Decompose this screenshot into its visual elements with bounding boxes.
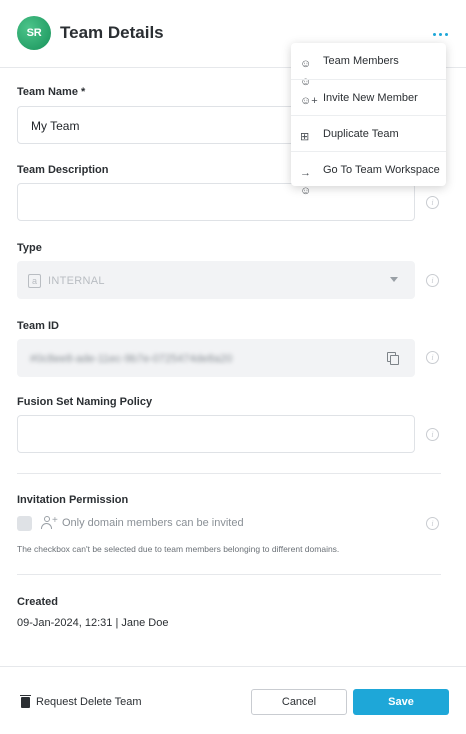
divider xyxy=(17,574,441,575)
menu-item-label: Invite New Member xyxy=(323,91,418,104)
menu-item-label: Team Members xyxy=(323,55,399,67)
more-options-icon[interactable] xyxy=(429,24,451,44)
team-description-input[interactable] xyxy=(17,183,415,221)
team-name-label: Team Name * xyxy=(17,86,86,98)
type-select[interactable]: a INTERNAL xyxy=(17,261,415,299)
fusion-policy-input[interactable] xyxy=(17,415,415,453)
invitation-note: The checkbox can't be selected due to te… xyxy=(17,544,340,554)
menu-item-go-to-team-workspace[interactable]: →☺ Go To Team Workspace xyxy=(291,151,446,197)
team-id-value: #0c8ee8-ade-11ec-9b7e-0725474de8a20 xyxy=(30,353,233,365)
type-label: Type xyxy=(17,242,42,254)
domain-members-checkbox-label: Only domain members can be invited xyxy=(62,517,244,529)
page-title: Team Details xyxy=(60,23,164,42)
save-button[interactable]: Save xyxy=(353,689,449,715)
divider xyxy=(17,473,441,474)
type-info-icon[interactable]: i xyxy=(426,274,439,287)
menu-item-label: Go To Team Workspace xyxy=(323,163,440,176)
team-description-info-icon[interactable]: i xyxy=(426,196,439,209)
team-id-info-icon[interactable]: i xyxy=(426,351,439,364)
invitation-info-icon[interactable]: i xyxy=(426,517,439,530)
team-description-label: Team Description xyxy=(17,164,109,176)
team-id-field: #0c8ee8-ade-11ec-9b7e-0725474de8a20 xyxy=(17,339,415,377)
team-name-value: My Team xyxy=(31,119,80,133)
duplicate-icon: ⊞ xyxy=(300,131,310,143)
created-value: 09-Jan-2024, 12:31 | Jane Doe xyxy=(17,617,169,629)
panel-footer: Request Delete Team Cancel Save xyxy=(0,666,466,734)
menu-item-label: Duplicate Team xyxy=(323,127,399,140)
trash-icon xyxy=(20,694,31,708)
menu-item-team-members[interactable]: ☺☺ Team Members xyxy=(291,43,446,88)
cancel-button[interactable]: Cancel xyxy=(251,689,347,715)
request-delete-team-label: Request Delete Team xyxy=(36,696,142,708)
menu-item-duplicate-team[interactable]: ⊞ Duplicate Team xyxy=(291,115,446,151)
go-to-workspace-icon: →☺ xyxy=(300,167,312,197)
caret-down-icon xyxy=(390,277,398,282)
invite-member-icon: ☺+ xyxy=(300,95,318,107)
fusion-policy-label: Fusion Set Naming Policy xyxy=(17,396,153,408)
team-logo: SR xyxy=(17,16,51,50)
fusion-policy-info-icon[interactable]: i xyxy=(426,428,439,441)
person-plus-icon: + xyxy=(41,516,58,530)
domain-members-checkbox[interactable] xyxy=(17,516,32,531)
type-icon: a xyxy=(28,274,41,288)
team-actions-menu: ☺☺ Team Members ☺+ Invite New Member ⊞ D… xyxy=(291,43,446,197)
created-label: Created xyxy=(17,596,58,608)
copy-icon[interactable] xyxy=(387,352,400,366)
team-id-label: Team ID xyxy=(17,320,59,332)
team-members-icon: ☺☺ xyxy=(300,58,312,88)
invitation-permission-label: Invitation Permission xyxy=(17,494,129,506)
request-delete-team-button[interactable]: Request Delete Team xyxy=(20,694,142,708)
menu-item-invite-new-member[interactable]: ☺+ Invite New Member xyxy=(291,79,446,115)
logo-text: SR xyxy=(26,27,42,39)
type-value: INTERNAL xyxy=(48,275,105,287)
